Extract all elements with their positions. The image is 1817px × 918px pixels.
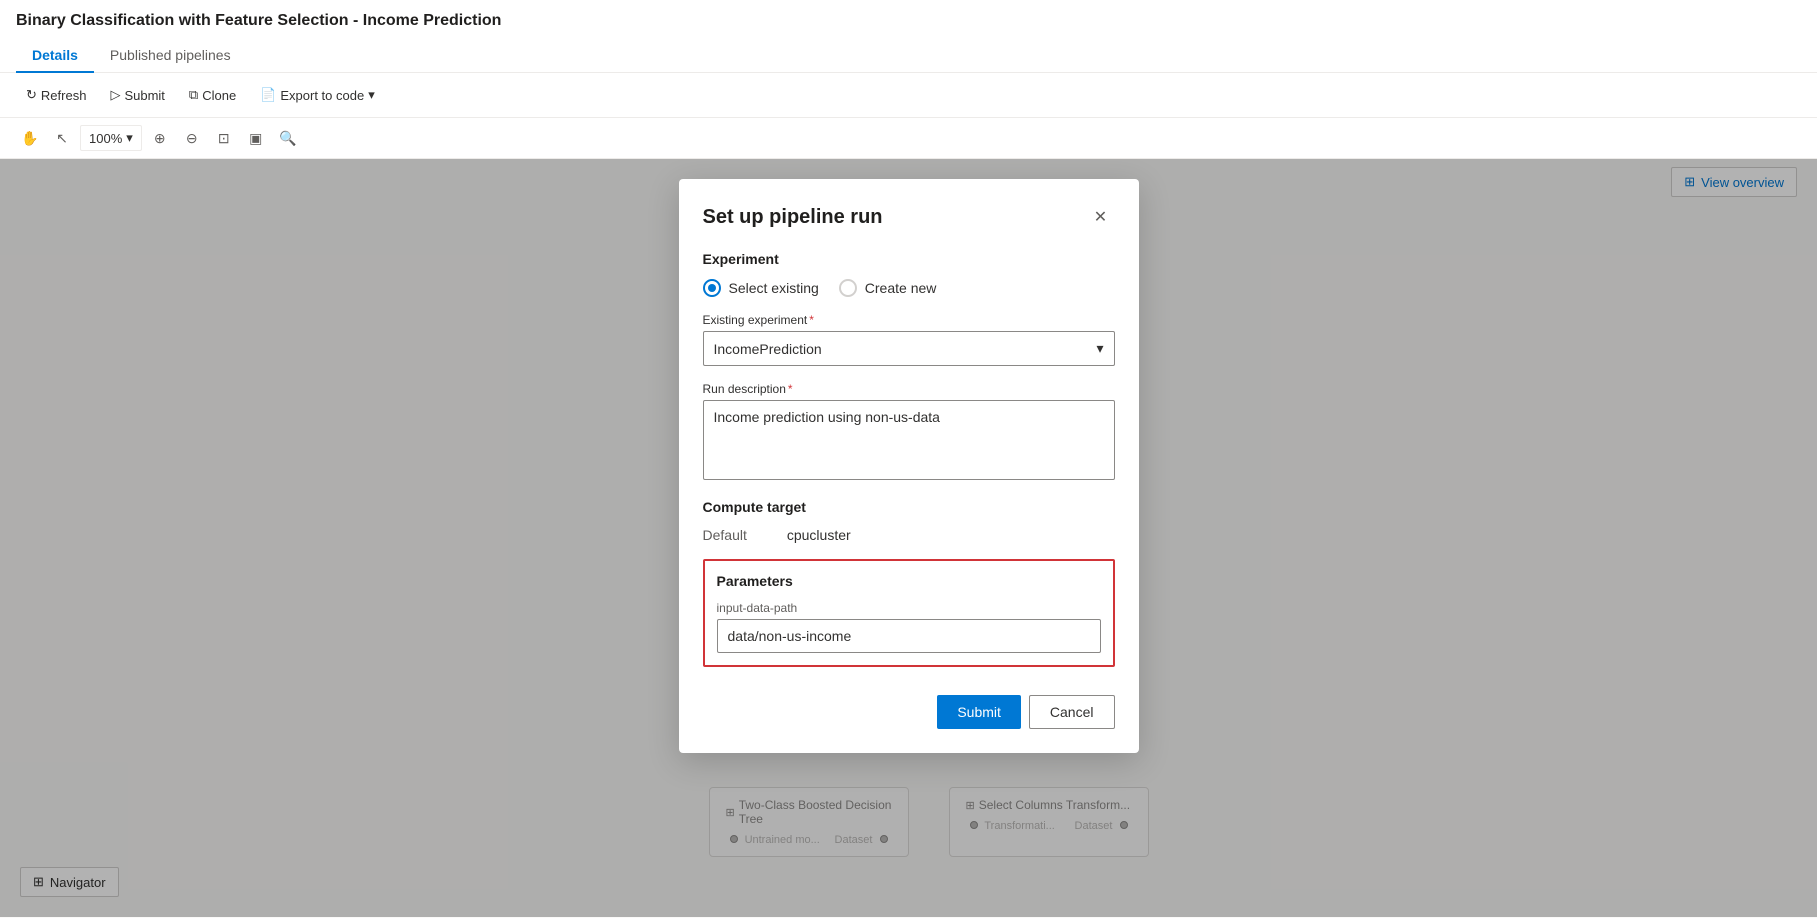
submit-icon: ▷ [110,87,120,103]
zoom-level: 100% [89,131,122,146]
run-description-group: Run description * [703,382,1115,483]
refresh-icon: ↻ [26,87,37,103]
required-star-2: * [788,382,793,396]
zoom-selector[interactable]: 100% ▾ [80,125,142,151]
search-canvas-button[interactable]: 🔍 [274,124,302,152]
tab-published-pipelines[interactable]: Published pipelines [94,39,247,73]
clone-label: Clone [202,88,236,103]
modal-title: Set up pipeline run [703,206,883,229]
radio-select-existing-label: Select existing [729,280,819,296]
compute-default-label: Default [703,527,747,543]
toolbar: ↻ Refresh ▷ Submit ⧉ Clone 📄 Export to c… [0,73,1817,118]
dropdown-chevron-icon: ▾ [1096,340,1103,357]
clone-button[interactable]: ⧉ Clone [179,81,246,109]
experiment-section-label: Experiment [703,251,1115,267]
modal-cancel-button[interactable]: Cancel [1029,695,1115,729]
clone-icon: ⧉ [189,87,198,103]
radio-select-existing[interactable]: Select existing [703,279,819,297]
parameters-section: Parameters input-data-path [703,559,1115,667]
modal-submit-button[interactable]: Submit [937,695,1021,729]
radio-create-new-label: Create new [865,280,937,296]
tab-details[interactable]: Details [16,39,94,73]
zoom-in-button[interactable]: ⊕ [146,124,174,152]
app-container: Binary Classification with Feature Selec… [0,0,1817,918]
export-button[interactable]: 📄 Export to code ▾ [250,81,385,109]
zoom-out-icon: ⊖ [186,130,198,147]
canvas-area: ⊞ View overview ⊞ Two-Class Boosted Deci… [0,159,1817,917]
canvas-toolbar: ✋ ↖ 100% ▾ ⊕ ⊖ ⊡ ▣ 🔍 [0,118,1817,159]
zoom-in-icon: ⊕ [154,130,166,147]
tabs-row: Details Published pipelines [16,38,1801,72]
modal-close-button[interactable]: ✕ [1087,203,1115,231]
existing-experiment-group: Existing experiment * IncomePrediction ▾ [703,313,1115,366]
minimap-icon: ▣ [249,130,262,147]
modal-header: Set up pipeline run ✕ [703,203,1115,231]
title-bar: Binary Classification with Feature Selec… [0,0,1817,73]
zoom-out-button[interactable]: ⊖ [178,124,206,152]
fit-button[interactable]: ⊡ [210,124,238,152]
refresh-label: Refresh [41,88,87,103]
compute-target-section: Compute target Default cpucluster [703,499,1115,543]
radio-create-new[interactable]: Create new [839,279,937,297]
compute-row: Default cpucluster [703,527,1115,543]
modal-footer: Submit Cancel [703,687,1115,729]
parameters-label: Parameters [717,573,1101,589]
existing-experiment-dropdown[interactable]: IncomePrediction ▾ [703,331,1115,366]
refresh-button[interactable]: ↻ Refresh [16,81,96,109]
param-input-label: input-data-path [717,601,1101,615]
param-input-field[interactable] [717,619,1101,653]
export-icon: 📄 [260,87,276,103]
radio-select-existing-circle [703,279,721,297]
existing-experiment-value: IncomePrediction [714,341,822,357]
run-description-textarea[interactable] [703,400,1115,480]
zoom-chevron-icon: ▾ [126,130,133,146]
hand-tool-button[interactable]: ✋ [16,124,44,152]
modal-overlay: Set up pipeline run ✕ Experiment Select … [0,159,1817,917]
existing-experiment-label: Existing experiment * [703,313,1115,327]
experiment-radio-group: Select existing Create new [703,279,1115,297]
compute-default-value: cpucluster [787,527,851,543]
cursor-icon: ↖ [56,130,68,147]
minimap-button[interactable]: ▣ [242,124,270,152]
chevron-down-icon: ▾ [368,87,375,103]
submit-button[interactable]: ▷ Submit [100,81,174,109]
radio-create-new-circle [839,279,857,297]
hand-icon: ✋ [21,130,38,147]
run-description-label: Run description * [703,382,1115,396]
search-canvas-icon: 🔍 [279,130,296,147]
export-label: Export to code [280,88,364,103]
page-title: Binary Classification with Feature Selec… [16,12,1801,38]
close-icon: ✕ [1094,207,1107,227]
submit-label: Submit [124,88,164,103]
fit-icon: ⊡ [218,130,230,147]
cursor-tool-button[interactable]: ↖ [48,124,76,152]
required-star: * [809,313,814,327]
compute-target-label: Compute target [703,499,1115,515]
modal-dialog: Set up pipeline run ✕ Experiment Select … [679,179,1139,753]
